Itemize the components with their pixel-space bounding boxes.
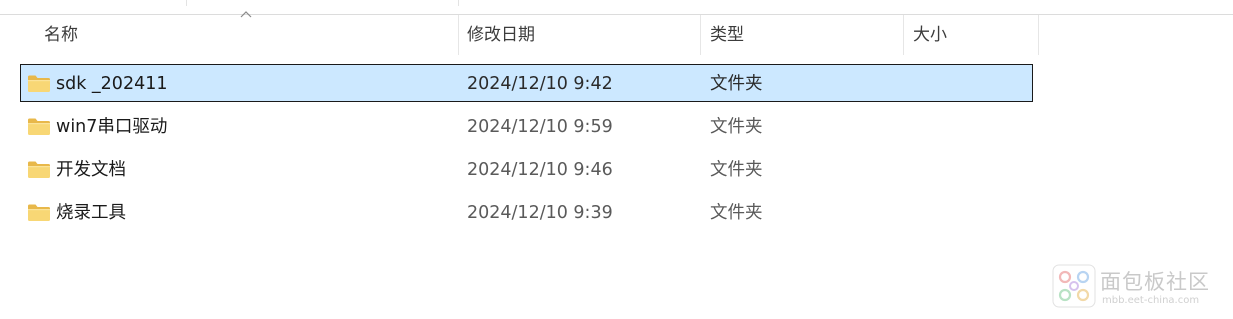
watermark: 面包板社区 mbb.eet-china.com — [1052, 264, 1228, 312]
file-type: 文件夹 — [710, 74, 763, 94]
file-row[interactable]: 开发文档 2024/12/10 9:46 文件夹 — [20, 150, 1033, 188]
header-top-strip — [0, 0, 1233, 14]
column-divider[interactable] — [700, 15, 701, 55]
file-modified-date: 2024/12/10 9:59 — [467, 117, 613, 137]
column-divider[interactable] — [458, 15, 459, 55]
column-divider — [458, 0, 459, 6]
column-header-size[interactable]: 大小 — [913, 15, 1033, 55]
file-modified-date: 2024/12/10 9:39 — [467, 203, 613, 223]
folder-icon — [28, 118, 50, 135]
folder-icon — [28, 75, 50, 92]
file-name: sdk _202411 — [56, 74, 168, 94]
file-type: 文件夹 — [710, 160, 763, 180]
watermark-url: mbb.eet-china.com — [1102, 295, 1200, 306]
file-row-selected[interactable]: sdk _202411 2024/12/10 9:42 文件夹 — [20, 64, 1033, 102]
file-row[interactable]: 烧录工具 2024/12/10 9:39 文件夹 — [20, 193, 1033, 231]
column-header-type[interactable]: 类型 — [710, 15, 900, 55]
column-header-name[interactable]: 名称 — [44, 15, 454, 55]
column-divider — [186, 0, 187, 6]
file-name: win7串口驱动 — [56, 117, 168, 137]
file-modified-date: 2024/12/10 9:46 — [467, 160, 613, 180]
folder-icon — [28, 204, 50, 221]
watermark-logo-icon — [1052, 264, 1096, 308]
column-divider[interactable] — [1038, 15, 1039, 55]
file-modified-date: 2024/12/10 9:42 — [467, 74, 613, 94]
file-name: 开发文档 — [56, 160, 126, 180]
column-header-row: 名称 修改日期 类型 大小 — [0, 15, 1040, 55]
watermark-title: 面包板社区 — [1100, 270, 1210, 294]
file-name: 烧录工具 — [56, 203, 126, 223]
column-header-date[interactable]: 修改日期 — [467, 15, 697, 55]
file-type: 文件夹 — [710, 117, 763, 137]
file-row[interactable]: win7串口驱动 2024/12/10 9:59 文件夹 — [20, 107, 1033, 145]
file-type: 文件夹 — [710, 203, 763, 223]
column-divider[interactable] — [903, 15, 904, 55]
folder-icon — [28, 161, 50, 178]
